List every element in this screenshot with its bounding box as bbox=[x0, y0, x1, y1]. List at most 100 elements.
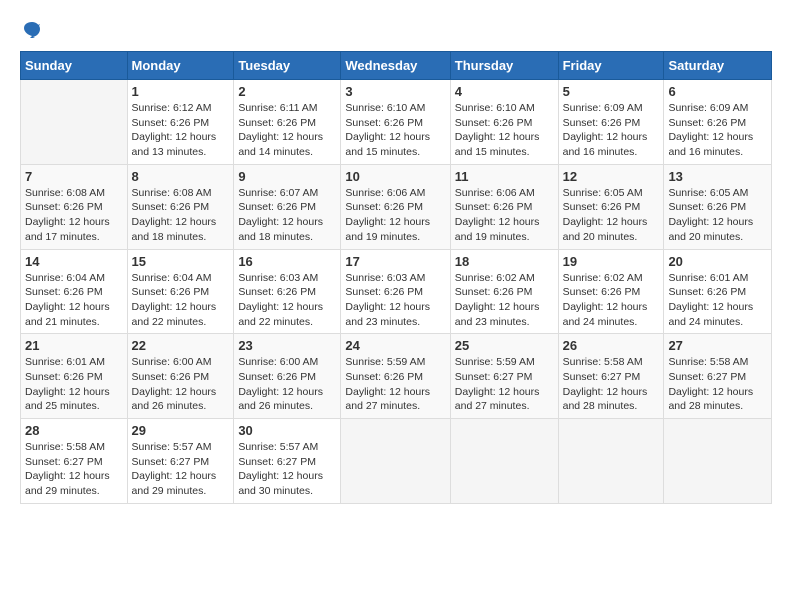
cell-content: Sunrise: 6:00 AM bbox=[238, 355, 336, 370]
cell-content: Sunrise: 6:05 AM bbox=[668, 186, 767, 201]
calendar-cell: 19Sunrise: 6:02 AMSunset: 6:26 PMDayligh… bbox=[558, 249, 664, 334]
cell-content: Sunset: 6:27 PM bbox=[132, 455, 230, 470]
cell-content: Sunset: 6:26 PM bbox=[132, 116, 230, 131]
weekday-header-saturday: Saturday bbox=[664, 52, 772, 80]
cell-content: Sunset: 6:26 PM bbox=[455, 200, 554, 215]
cell-content: Sunset: 6:26 PM bbox=[455, 116, 554, 131]
calendar-cell: 15Sunrise: 6:04 AMSunset: 6:26 PMDayligh… bbox=[127, 249, 234, 334]
cell-content: Sunrise: 6:09 AM bbox=[668, 101, 767, 116]
day-number: 12 bbox=[563, 169, 660, 184]
calendar-week-row: 7Sunrise: 6:08 AMSunset: 6:26 PMDaylight… bbox=[21, 164, 772, 249]
day-number: 8 bbox=[132, 169, 230, 184]
cell-content: Sunset: 6:26 PM bbox=[238, 116, 336, 131]
day-number: 4 bbox=[455, 84, 554, 99]
cell-content: Daylight: 12 hours bbox=[132, 130, 230, 145]
cell-content: and 14 minutes. bbox=[238, 145, 336, 160]
cell-content: Sunrise: 6:06 AM bbox=[345, 186, 445, 201]
cell-content: Sunrise: 5:57 AM bbox=[238, 440, 336, 455]
cell-content: Sunrise: 6:12 AM bbox=[132, 101, 230, 116]
cell-content: Sunrise: 6:01 AM bbox=[668, 271, 767, 286]
calendar-cell: 24Sunrise: 5:59 AMSunset: 6:26 PMDayligh… bbox=[341, 334, 450, 419]
day-number: 10 bbox=[345, 169, 445, 184]
calendar-cell bbox=[450, 419, 558, 504]
cell-content: Daylight: 12 hours bbox=[455, 300, 554, 315]
cell-content: Daylight: 12 hours bbox=[455, 385, 554, 400]
calendar-cell: 1Sunrise: 6:12 AMSunset: 6:26 PMDaylight… bbox=[127, 80, 234, 165]
cell-content: Sunrise: 5:59 AM bbox=[345, 355, 445, 370]
logo-bird-icon bbox=[22, 20, 42, 40]
weekday-header-wednesday: Wednesday bbox=[341, 52, 450, 80]
calendar-cell: 14Sunrise: 6:04 AMSunset: 6:26 PMDayligh… bbox=[21, 249, 128, 334]
cell-content: Sunrise: 6:03 AM bbox=[238, 271, 336, 286]
calendar-cell bbox=[21, 80, 128, 165]
day-number: 7 bbox=[25, 169, 123, 184]
cell-content: Daylight: 12 hours bbox=[25, 215, 123, 230]
cell-content: Daylight: 12 hours bbox=[563, 215, 660, 230]
cell-content: Sunset: 6:26 PM bbox=[238, 200, 336, 215]
calendar-cell: 23Sunrise: 6:00 AMSunset: 6:26 PMDayligh… bbox=[234, 334, 341, 419]
cell-content: and 27 minutes. bbox=[455, 399, 554, 414]
cell-content: Sunset: 6:26 PM bbox=[132, 200, 230, 215]
cell-content: Sunset: 6:26 PM bbox=[25, 370, 123, 385]
calendar-cell: 10Sunrise: 6:06 AMSunset: 6:26 PMDayligh… bbox=[341, 164, 450, 249]
cell-content: Daylight: 12 hours bbox=[668, 385, 767, 400]
day-number: 26 bbox=[563, 338, 660, 353]
calendar-cell: 4Sunrise: 6:10 AMSunset: 6:26 PMDaylight… bbox=[450, 80, 558, 165]
cell-content: Sunrise: 6:02 AM bbox=[455, 271, 554, 286]
cell-content: Sunset: 6:26 PM bbox=[345, 116, 445, 131]
cell-content: Daylight: 12 hours bbox=[238, 215, 336, 230]
header bbox=[20, 20, 772, 45]
cell-content: Daylight: 12 hours bbox=[563, 385, 660, 400]
calendar-week-row: 1Sunrise: 6:12 AMSunset: 6:26 PMDaylight… bbox=[21, 80, 772, 165]
cell-content: Sunset: 6:26 PM bbox=[238, 370, 336, 385]
day-number: 28 bbox=[25, 423, 123, 438]
cell-content: and 20 minutes. bbox=[668, 230, 767, 245]
calendar-week-row: 28Sunrise: 5:58 AMSunset: 6:27 PMDayligh… bbox=[21, 419, 772, 504]
cell-content: Sunrise: 6:04 AM bbox=[132, 271, 230, 286]
cell-content: Sunrise: 6:01 AM bbox=[25, 355, 123, 370]
calendar-cell: 17Sunrise: 6:03 AMSunset: 6:26 PMDayligh… bbox=[341, 249, 450, 334]
cell-content: and 28 minutes. bbox=[563, 399, 660, 414]
cell-content: Sunset: 6:26 PM bbox=[25, 285, 123, 300]
cell-content: Daylight: 12 hours bbox=[563, 130, 660, 145]
day-number: 2 bbox=[238, 84, 336, 99]
cell-content: Daylight: 12 hours bbox=[563, 300, 660, 315]
calendar-cell: 6Sunrise: 6:09 AMSunset: 6:26 PMDaylight… bbox=[664, 80, 772, 165]
cell-content: and 13 minutes. bbox=[132, 145, 230, 160]
cell-content: and 18 minutes. bbox=[238, 230, 336, 245]
cell-content: Daylight: 12 hours bbox=[668, 130, 767, 145]
cell-content: Sunset: 6:26 PM bbox=[132, 285, 230, 300]
cell-content: Daylight: 12 hours bbox=[238, 130, 336, 145]
cell-content: Sunset: 6:26 PM bbox=[132, 370, 230, 385]
day-number: 24 bbox=[345, 338, 445, 353]
calendar-cell: 27Sunrise: 5:58 AMSunset: 6:27 PMDayligh… bbox=[664, 334, 772, 419]
cell-content: Sunset: 6:27 PM bbox=[668, 370, 767, 385]
cell-content: Daylight: 12 hours bbox=[238, 300, 336, 315]
calendar-cell bbox=[664, 419, 772, 504]
cell-content: Sunset: 6:27 PM bbox=[238, 455, 336, 470]
cell-content: Sunrise: 6:08 AM bbox=[25, 186, 123, 201]
day-number: 17 bbox=[345, 254, 445, 269]
day-number: 25 bbox=[455, 338, 554, 353]
cell-content: Sunrise: 6:10 AM bbox=[345, 101, 445, 116]
cell-content: Sunset: 6:26 PM bbox=[25, 200, 123, 215]
cell-content: and 25 minutes. bbox=[25, 399, 123, 414]
cell-content: Sunrise: 6:05 AM bbox=[563, 186, 660, 201]
cell-content: and 20 minutes. bbox=[563, 230, 660, 245]
cell-content: Sunset: 6:27 PM bbox=[25, 455, 123, 470]
cell-content: and 15 minutes. bbox=[345, 145, 445, 160]
cell-content: and 17 minutes. bbox=[25, 230, 123, 245]
cell-content: and 23 minutes. bbox=[345, 315, 445, 330]
cell-content: Daylight: 12 hours bbox=[132, 300, 230, 315]
calendar-table: SundayMondayTuesdayWednesdayThursdayFrid… bbox=[20, 51, 772, 504]
cell-content: Daylight: 12 hours bbox=[25, 385, 123, 400]
day-number: 3 bbox=[345, 84, 445, 99]
cell-content: Sunset: 6:26 PM bbox=[238, 285, 336, 300]
cell-content: and 16 minutes. bbox=[563, 145, 660, 160]
cell-content: and 19 minutes. bbox=[455, 230, 554, 245]
cell-content: Daylight: 12 hours bbox=[132, 469, 230, 484]
day-number: 20 bbox=[668, 254, 767, 269]
cell-content: Sunset: 6:27 PM bbox=[563, 370, 660, 385]
weekday-header-sunday: Sunday bbox=[21, 52, 128, 80]
cell-content: Sunset: 6:27 PM bbox=[455, 370, 554, 385]
